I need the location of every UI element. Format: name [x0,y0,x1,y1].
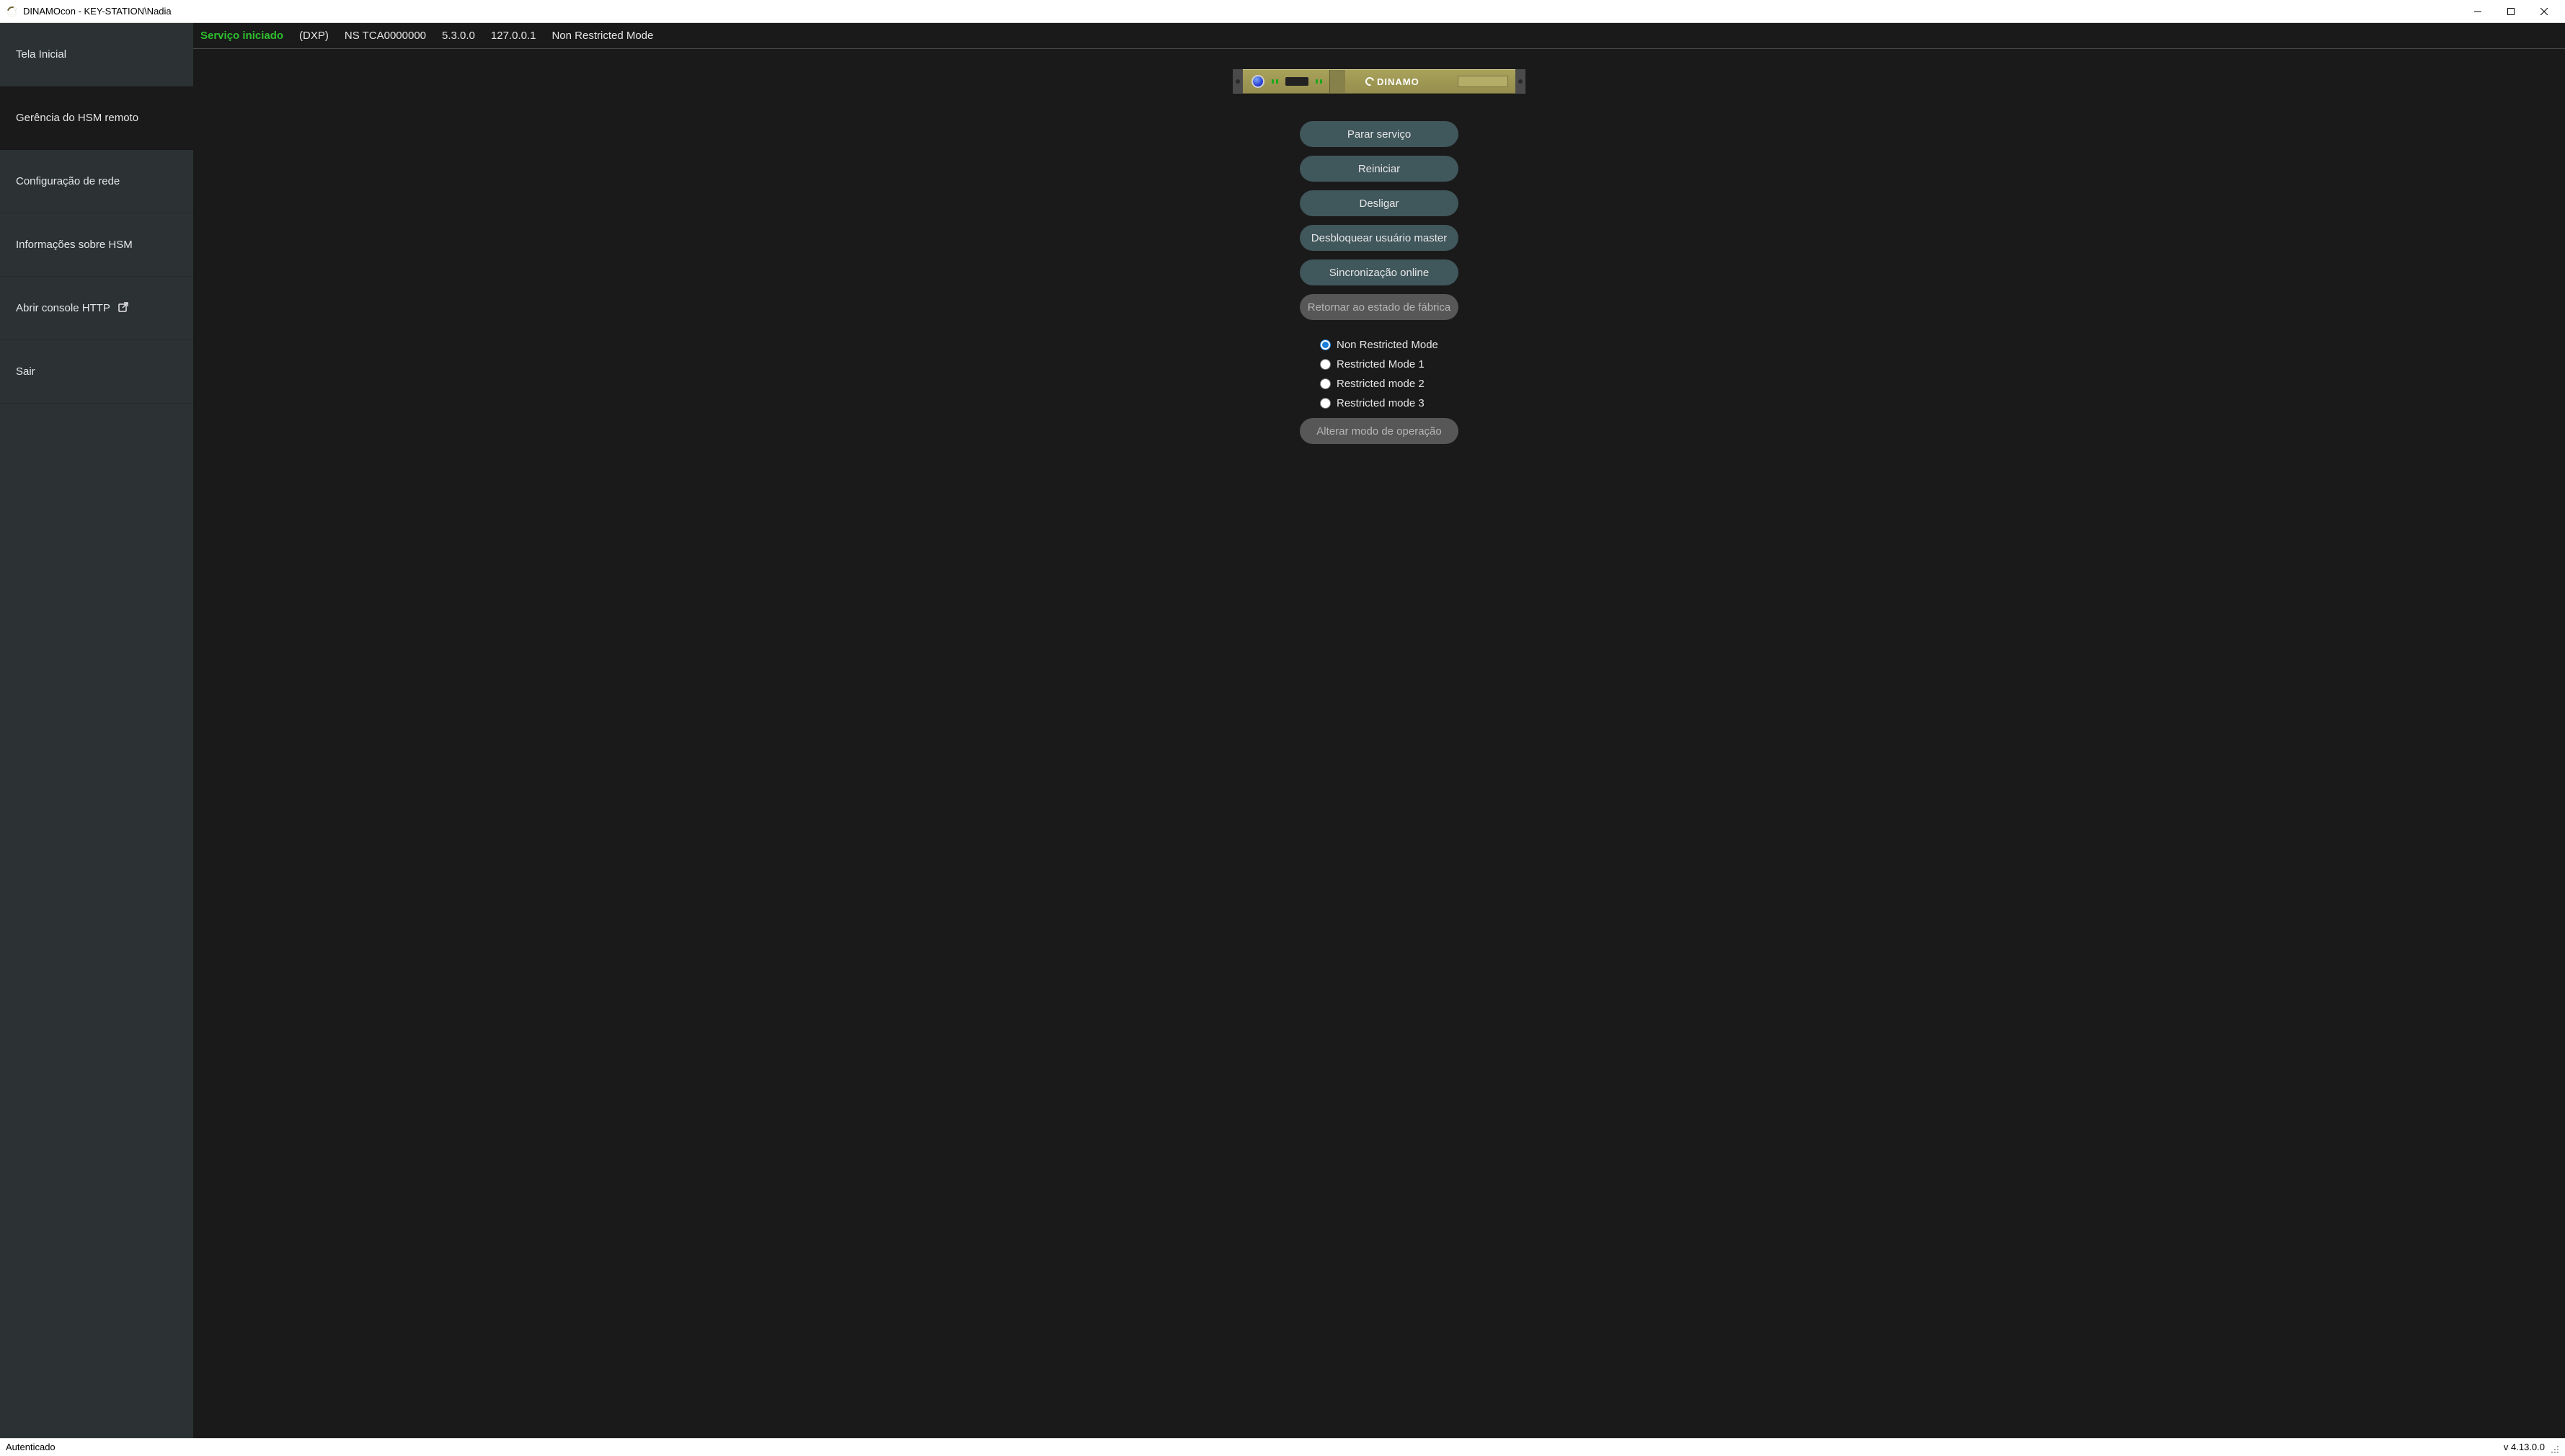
mode-option-restricted-2[interactable]: Restricted mode 2 [1320,378,1458,390]
sidebar-item-label: Abrir console HTTP [16,302,110,314]
sidebar-item-label: Gerência do HSM remoto [16,112,138,124]
device-image: DINAMO [1233,69,1525,94]
resize-grip-icon[interactable] [2549,1444,2559,1454]
mode-option-label: Restricted mode 2 [1337,378,1425,390]
sidebar-item-label: Sair [16,365,35,378]
minimize-button[interactable] [2461,0,2494,23]
mode-option-restricted-1[interactable]: Restricted Mode 1 [1320,358,1458,370]
sidebar-item-network[interactable]: Configuração de rede [0,150,193,213]
sidebar-item-label: Tela Inicial [16,48,66,61]
sidebar-item-http-console[interactable]: Abrir console HTTP [0,277,193,340]
mode-option-non-restricted[interactable]: Non Restricted Mode [1320,339,1458,351]
mode-radio-group: Non Restricted Mode Restricted Mode 1 Re… [1300,339,1458,409]
status-led-icon [1320,79,1322,84]
mode-radio[interactable] [1320,359,1331,370]
status-led-icon [1272,79,1274,84]
mode-actions: Alterar modo de operação [1300,418,1458,444]
statusbar: Autenticado v 4.13.0.0 [0,1438,2565,1455]
main-panel: DINAMO Parar serviço Reiniciar Desligar … [193,49,2565,1438]
restart-button[interactable]: Reiniciar [1300,156,1458,182]
change-mode-button[interactable]: Alterar modo de operação [1300,418,1458,444]
rack-ear-left [1233,69,1243,94]
status-version: 5.3.0.0 [442,30,475,42]
device-brand-text: DINAMO [1377,76,1419,87]
card-slot-icon [1427,76,1508,87]
status-led-icon [1316,79,1318,84]
sidebar-item-hsm-remote[interactable]: Gerência do HSM remoto [0,86,193,150]
window-title: DINAMOcon - KEY-STATION\Nadia [23,6,172,17]
mode-radio[interactable] [1320,378,1331,389]
unblock-master-button[interactable]: Desbloquear usuário master [1300,225,1458,251]
brand-ring-icon [1364,76,1375,87]
titlebar: DINAMOcon - KEY-STATION\Nadia [0,0,2565,23]
status-version: v 4.13.0.0 [2504,1442,2545,1452]
sidebar-item-label: Informações sobre HSM [16,239,133,251]
service-state: Serviço iniciado [200,30,283,42]
status-mode: Non Restricted Mode [551,30,653,42]
mode-option-label: Restricted mode 3 [1337,397,1425,409]
external-link-icon [118,301,129,316]
app-icon [6,5,19,18]
mode-radio[interactable] [1320,398,1331,409]
device-brand: DINAMO [1365,76,1419,87]
sidebar-item-home[interactable]: Tela Inicial [0,23,193,86]
status-led-icon [1276,79,1278,84]
factory-reset-button[interactable]: Retornar ao estado de fábrica [1300,294,1458,320]
status-model: (DXP) [299,30,329,42]
mode-option-label: Restricted Mode 1 [1337,358,1425,370]
status-ip: 127.0.0.1 [491,30,536,42]
mode-radio[interactable] [1320,339,1331,350]
vent-icon [1329,70,1345,93]
maximize-button[interactable] [2494,0,2528,23]
status-serial: NS TCA0000000 [345,30,426,42]
shutdown-button[interactable]: Desligar [1300,190,1458,216]
actions-stack: Parar serviço Reiniciar Desligar Desbloq… [1300,121,1458,320]
power-button-icon [1252,75,1264,88]
mode-option-restricted-3[interactable]: Restricted mode 3 [1320,397,1458,409]
sidebar-item-exit[interactable]: Sair [0,340,193,404]
stop-service-button[interactable]: Parar serviço [1300,121,1458,147]
sidebar-item-hsm-info[interactable]: Informações sobre HSM [0,213,193,277]
status-auth: Autenticado [6,1442,56,1452]
close-button[interactable] [2528,0,2561,23]
rack-face: DINAMO [1243,69,1515,94]
mode-option-label: Non Restricted Mode [1337,339,1438,351]
status-row: Serviço iniciado (DXP) NS TCA0000000 5.3… [193,23,2565,49]
sidebar-item-label: Configuração de rede [16,175,120,187]
rack-ear-right [1515,69,1525,94]
sidebar: Tela Inicial Gerência do HSM remoto Conf… [0,23,193,1438]
sync-online-button[interactable]: Sincronização online [1300,259,1458,285]
ports-icon [1285,77,1308,86]
